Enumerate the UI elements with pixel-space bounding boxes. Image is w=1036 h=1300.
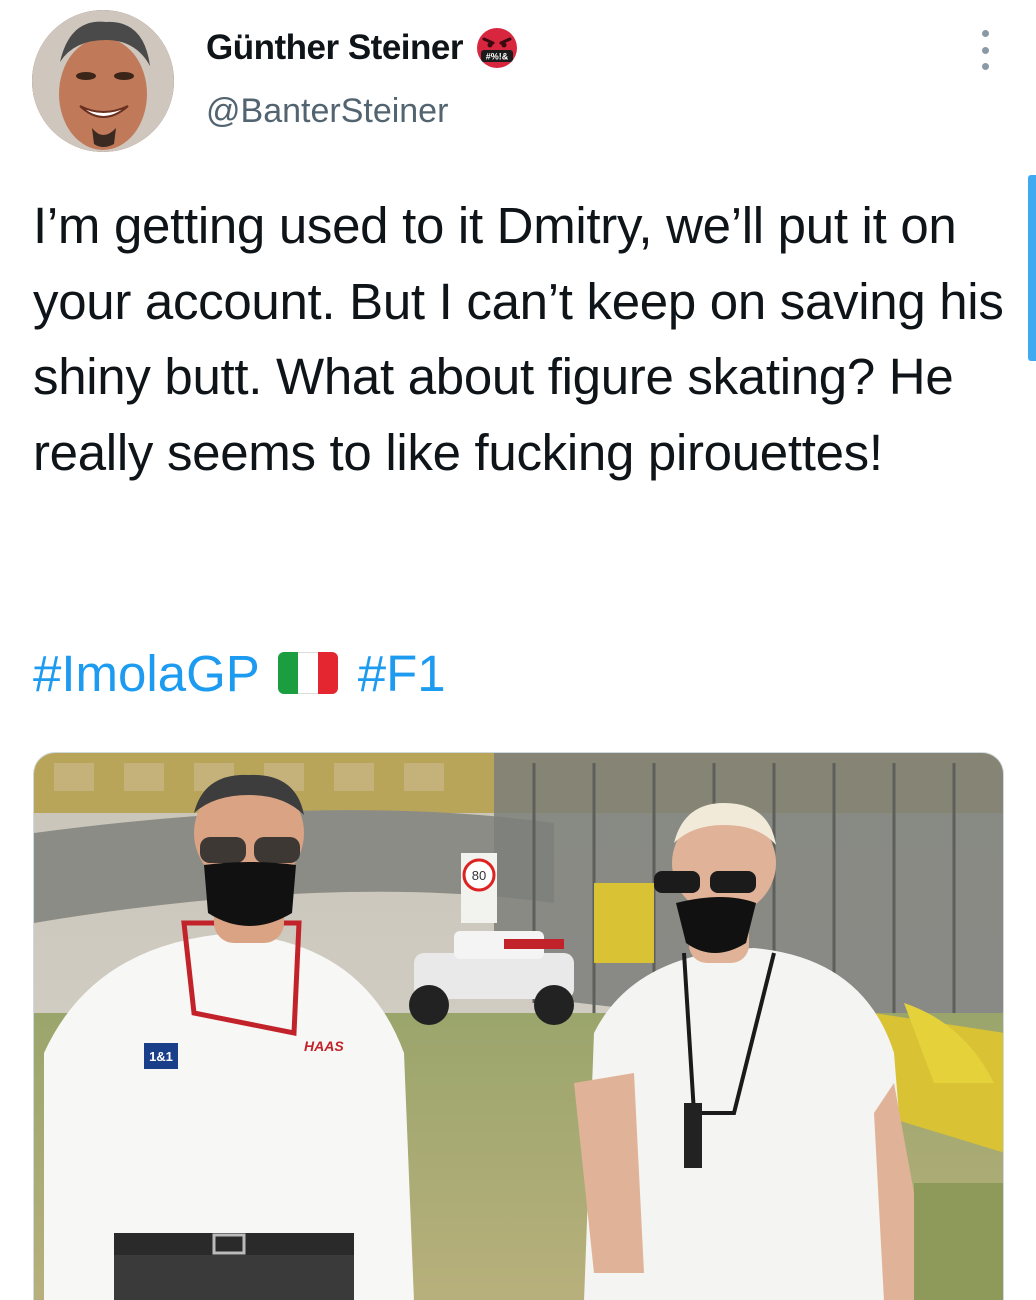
shirt-brand-text: HAAS (304, 1038, 344, 1054)
hashtag-f1-link[interactable]: #F1 (358, 644, 446, 703)
angry-face-emoji-icon: #%!& (476, 28, 517, 68)
more-options-icon[interactable] (978, 30, 992, 70)
tweet-photo[interactable]: 80 1&1 HAAS (33, 752, 1004, 1300)
shirt-sponsor-text: 1&1 (149, 1049, 173, 1064)
badge-text: #%!& (486, 52, 509, 62)
speed-sign-text: 80 (472, 868, 486, 883)
avatar-photo-icon (32, 10, 174, 152)
avatar[interactable] (32, 10, 174, 152)
italy-flag-icon (277, 652, 338, 694)
tweet-text: I’m getting used to it Dmitry, we’ll put… (33, 197, 1004, 481)
author-name-row[interactable]: Günther Steiner #%!& (206, 24, 519, 72)
photo-media-icon: 80 1&1 HAAS (34, 753, 1003, 1300)
author-display-name[interactable]: Günther Steiner (206, 28, 463, 68)
scrollbar[interactable] (1028, 175, 1036, 361)
author-handle[interactable]: @BanterSteiner (206, 92, 448, 131)
hashtag-imolagp-link[interactable]: #ImolaGP (33, 644, 260, 703)
hashtag-row: #ImolaGP #F1 (33, 640, 446, 706)
